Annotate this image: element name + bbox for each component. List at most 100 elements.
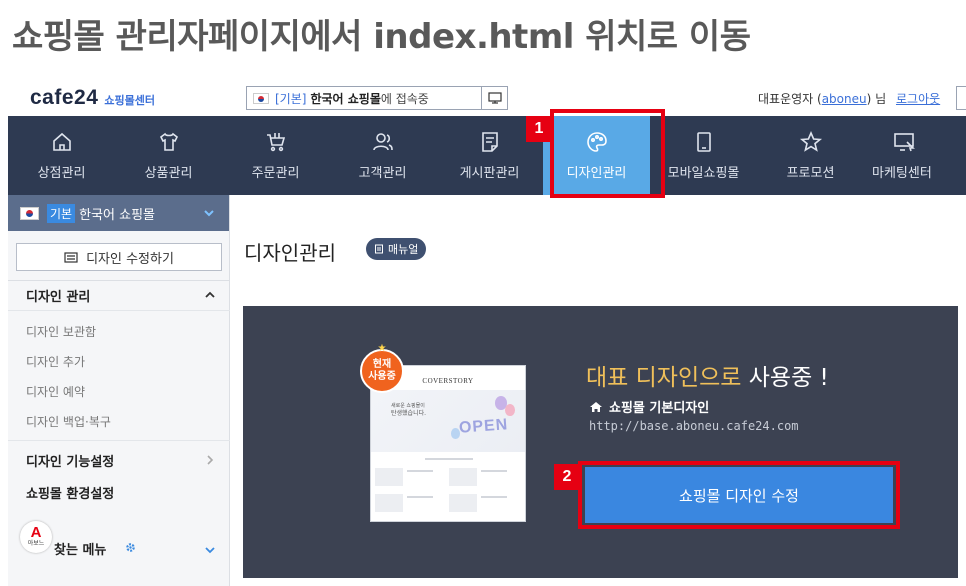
thumb-cell — [449, 494, 477, 512]
korea-flag-icon — [253, 92, 269, 104]
shop-tag: 기본 — [47, 203, 76, 223]
star-icon: ★ — [377, 343, 387, 354]
korea-flag-icon — [20, 206, 39, 220]
nav-mobile-shop[interactable]: 모바일쇼핑몰 — [650, 116, 757, 195]
lang-shop-name: 한국어 쇼핑몰 — [310, 91, 381, 106]
language-shop-selector[interactable]: [기본] 한국어 쇼핑몰 에 접속중 — [246, 86, 508, 110]
logout-link[interactable]: 로그아웃 — [896, 92, 940, 106]
admin-id-link[interactable]: aboneu — [822, 92, 867, 106]
aboneu-logo: A 아보느 — [20, 521, 52, 553]
main-navigation: 상점관리 상품관리 주문관리 고객관리 게시판관리 디자인관리 모바일쇼핑몰 프… — [8, 116, 966, 195]
thumb-banner: 새로운 쇼핑몰이 탄생했습니다. OPEN — [371, 390, 525, 452]
nav-label: 고객관리 — [358, 166, 407, 181]
menu-item-design-storage[interactable]: 디자인 보관함 — [26, 323, 96, 340]
nav-store-management[interactable]: 상점관리 — [8, 116, 115, 195]
thumb-line2: 탄생했습니다. — [391, 410, 427, 417]
lang-prefix: [기본] — [275, 91, 307, 106]
document-icon — [375, 244, 383, 254]
nav-label: 상점관리 — [37, 166, 86, 181]
chevron-down-icon[interactable] — [205, 545, 215, 555]
thumb-line-graphic — [425, 458, 473, 460]
admin-label: 대표운영자 ( — [758, 92, 822, 106]
rep-design-url[interactable]: http://base.aboneu.cafe24.com — [589, 419, 799, 433]
currently-used-badge: ★ 현재 사용중 — [360, 343, 404, 393]
highlight-box-step1 — [550, 109, 665, 198]
rep-title-accent: 대표 디자인으로 — [586, 365, 742, 391]
sidebar-separator — [8, 310, 230, 311]
lang-status: 에 접속중 — [380, 91, 429, 106]
favorite-menu-title[interactable]: 찾는 메뉴 — [54, 539, 106, 558]
thumb-line-graphic — [407, 496, 433, 498]
aboneu-logo-letter: A — [30, 524, 42, 541]
preview-monitor-button[interactable] — [481, 87, 507, 109]
menu-group-environment[interactable]: 쇼핑몰 환경설정 — [26, 483, 114, 502]
star-icon — [799, 130, 822, 152]
menu-group-design[interactable]: 디자인 관리 — [26, 286, 90, 305]
thumb-cell — [375, 494, 403, 512]
aboneu-logo-text: 아보느 — [27, 540, 45, 547]
thumb-open-text: OPEN — [458, 416, 509, 437]
users-icon — [372, 133, 393, 151]
shop-selector[interactable]: 기본 한국어 쇼핑몰 — [8, 195, 229, 231]
rep-design-name: 쇼핑몰 기본디자인 — [609, 401, 710, 416]
tutorial-headline: 쇼핑몰 관리자페이지에서 index.html 위치로 이동 — [12, 16, 751, 57]
representative-design-panel: COVERSTORY 새로운 쇼핑몰이 탄생했습니다. OPEN ★ 현재 사용… — [243, 306, 958, 578]
left-sidebar: 기본 한국어 쇼핑몰 디자인 수정하기 디자인 관리 디자인 보관함 디자인 추… — [8, 195, 230, 586]
nav-label: 모바일쇼핑몰 — [667, 166, 740, 181]
nav-product-management[interactable]: 상품관리 — [115, 116, 222, 195]
gear-icon[interactable] — [124, 541, 137, 554]
step2-badge: 2 — [554, 464, 580, 490]
top-bar: cafe24 쇼핑몰센터 [기본] 한국어 쇼핑몰 에 접속중 대표운영자 (a… — [8, 80, 966, 116]
nav-label: 게시판관리 — [459, 166, 520, 181]
sidebar-separator — [8, 440, 230, 441]
list-icon — [64, 251, 78, 263]
highlight-box-step2 — [578, 461, 900, 529]
nav-customer-management[interactable]: 고객관리 — [329, 116, 436, 195]
menu-item-design-backup[interactable]: 디자인 백업·복구 — [26, 413, 111, 430]
logo-sub-text: 쇼핑몰센터 — [104, 94, 155, 107]
logo-main-text: cafe24 — [30, 86, 99, 109]
home-icon — [590, 401, 602, 412]
thumb-cell — [375, 468, 403, 486]
manual-button[interactable]: 매뉴얼 — [366, 238, 427, 260]
nav-label: 프로모션 — [786, 166, 835, 181]
sidebar-divider — [8, 280, 230, 281]
mobile-icon — [696, 132, 711, 152]
admin-info: 대표운영자 (aboneu) 님 로그아웃 — [758, 90, 940, 107]
chevron-right-icon[interactable] — [205, 455, 215, 465]
chevron-down-icon — [204, 210, 214, 217]
cart-icon — [266, 133, 285, 152]
shop-name: 한국어 쇼핑몰 — [79, 207, 155, 223]
nav-marketing-center[interactable]: 마케팅센터 — [864, 116, 964, 195]
balloon-graphic — [451, 428, 460, 439]
admin-suffix: ) 님 — [866, 92, 887, 106]
page-title: 디자인관리 — [244, 241, 336, 265]
thumb-line-graphic — [481, 470, 507, 472]
balloon-graphic — [505, 404, 515, 416]
topbar-edge-control[interactable] — [956, 86, 966, 110]
edit-design-button[interactable]: 디자인 수정하기 — [16, 243, 222, 271]
now-badge-line2: 사용중 — [368, 371, 396, 382]
menu-item-design-reserve[interactable]: 디자인 예약 — [26, 383, 85, 400]
shirt-icon — [159, 132, 178, 151]
monitor-cursor-icon — [894, 133, 915, 152]
edit-design-label: 디자인 수정하기 — [86, 251, 174, 267]
representative-design-heading: 대표 디자인으로 사용중 ! — [586, 358, 829, 392]
menu-group-features[interactable]: 디자인 기능설정 — [26, 451, 114, 470]
nav-promotion[interactable]: 프로모션 — [757, 116, 864, 195]
board-icon — [481, 132, 498, 152]
now-badge-line1: 현재 — [372, 359, 392, 370]
thumb-line1: 새로운 쇼핑몰이 — [391, 403, 425, 409]
manual-label: 매뉴얼 — [388, 243, 419, 256]
rep-design-name-row: 쇼핑몰 기본디자인 — [589, 397, 709, 416]
cafe24-logo[interactable]: cafe24 쇼핑몰센터 — [30, 86, 155, 110]
nav-label: 주문관리 — [251, 166, 300, 181]
rep-title-rest: 사용중 ! — [741, 365, 829, 391]
chevron-up-icon[interactable] — [205, 290, 215, 300]
thumb-cell — [449, 468, 477, 486]
thumb-line-graphic — [407, 470, 433, 472]
monitor-icon — [487, 92, 502, 104]
nav-order-management[interactable]: 주문관리 — [222, 116, 329, 195]
step1-badge: 1 — [526, 116, 552, 142]
menu-item-design-add[interactable]: 디자인 추가 — [26, 353, 85, 370]
